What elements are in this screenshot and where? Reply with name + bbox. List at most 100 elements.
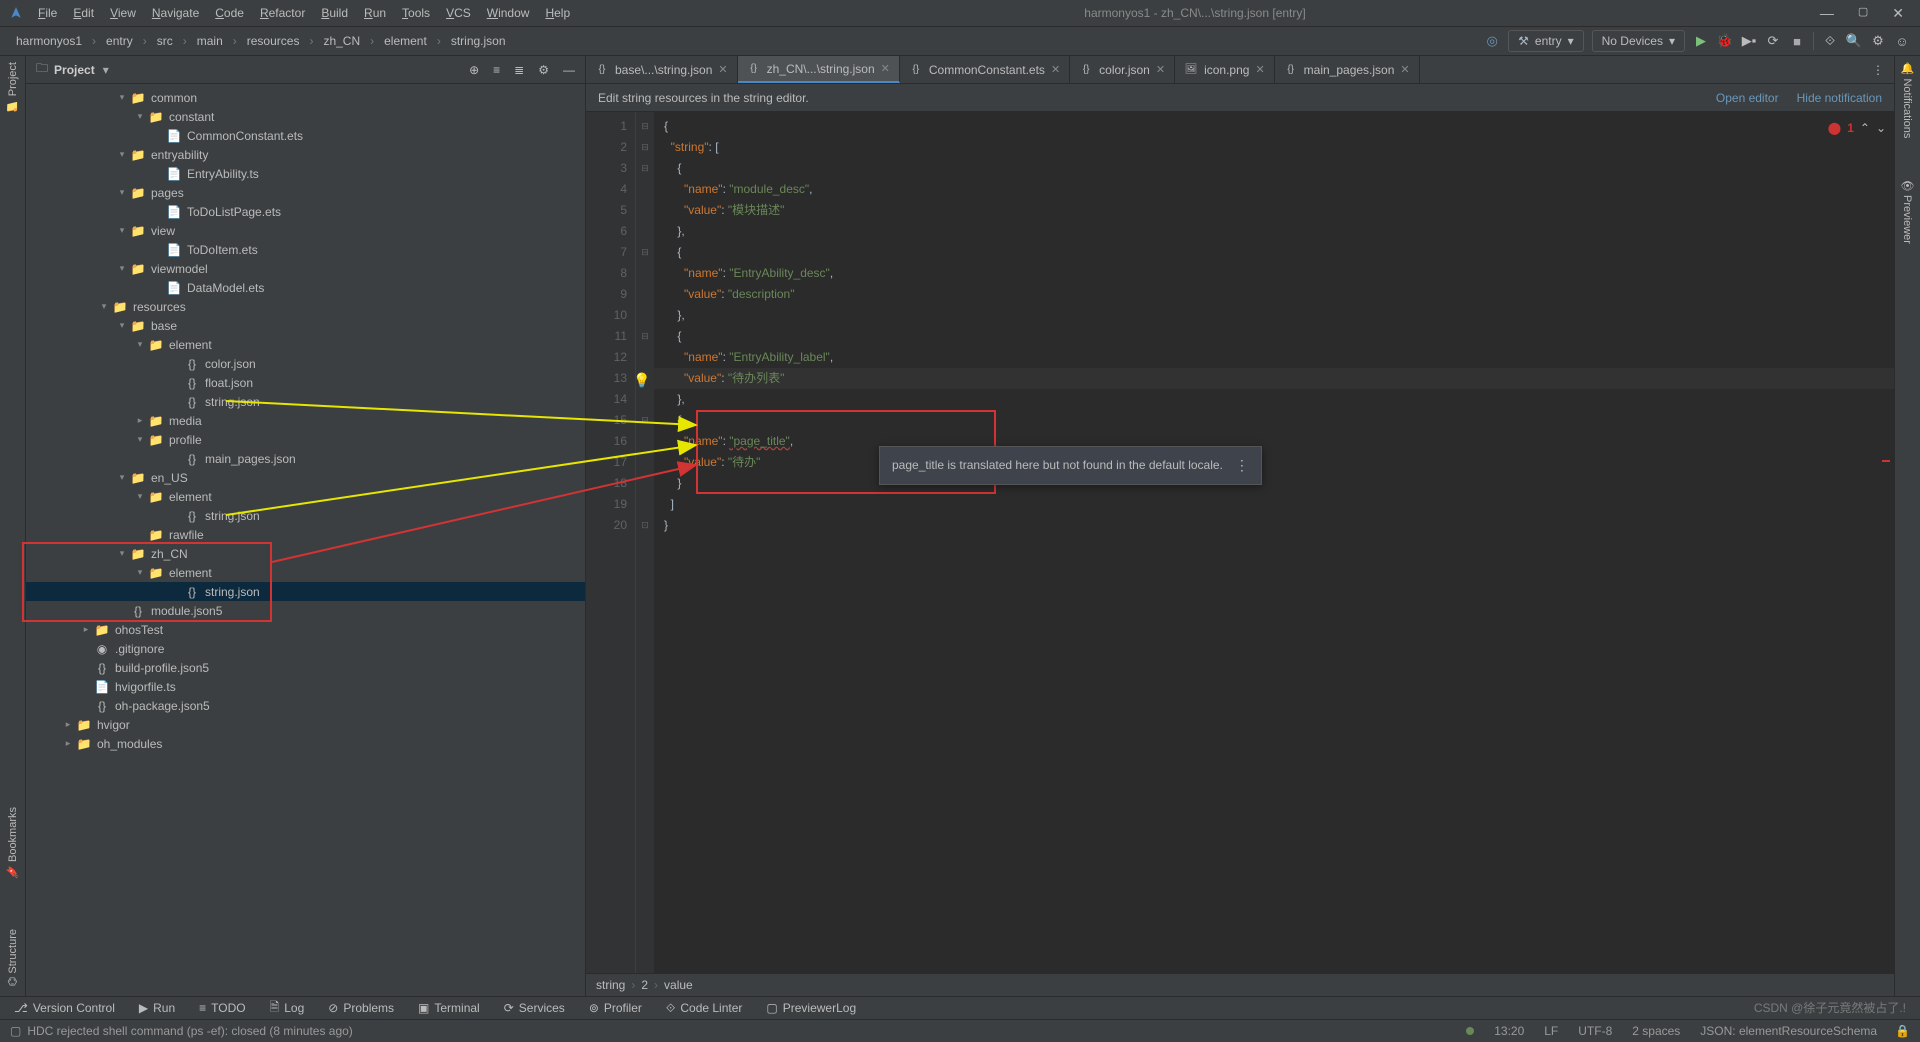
vcs-update-icon[interactable]: ⟐ (1822, 33, 1838, 49)
collapse-all-icon[interactable]: ≣ (514, 63, 524, 77)
code-line[interactable]: { (654, 242, 1894, 263)
code-line[interactable]: } (654, 473, 1894, 494)
expand-toggle-icon[interactable]: ▸ (134, 415, 146, 426)
editor-tab[interactable]: {}CommonConstant.ets✕ (900, 56, 1070, 83)
breadcrumb-item[interactable]: harmonyos1 (10, 32, 88, 50)
indexing-status-icon[interactable] (1466, 1027, 1474, 1035)
expand-toggle-icon[interactable]: ▸ (62, 719, 74, 730)
project-tool-button[interactable]: 📁 Project (6, 62, 19, 113)
hide-notification-link[interactable]: Hide notification (1797, 91, 1882, 105)
tree-row[interactable]: {}string.json (26, 392, 585, 411)
menu-navigate[interactable]: Navigate (152, 6, 199, 20)
code-line[interactable]: "value": "待办" (654, 452, 1894, 473)
expand-toggle-icon[interactable]: ▾ (116, 149, 128, 160)
project-tree[interactable]: ▾📁common▾📁constant📄CommonConstant.ets▾📁e… (26, 84, 585, 996)
close-tab-icon[interactable]: ✕ (718, 63, 727, 76)
json-crumb-item[interactable]: string (596, 978, 625, 992)
tree-row[interactable]: {}build-profile.json5 (26, 658, 585, 677)
close-tab-icon[interactable]: ✕ (1255, 63, 1264, 76)
code-line[interactable]: { (654, 326, 1894, 347)
tool-window-button[interactable]: ⊚Profiler (589, 1001, 642, 1015)
code-line[interactable]: "value": "模块描述" (654, 200, 1894, 221)
tooltip-more-icon[interactable]: ⋮ (1235, 455, 1249, 476)
json-crumb-item[interactable]: value (664, 978, 693, 992)
editor-tab[interactable]: {}color.json✕ (1070, 56, 1175, 83)
expand-toggle-icon[interactable]: ▾ (116, 225, 128, 236)
json-crumb-item[interactable]: 2 (641, 978, 648, 992)
tree-row[interactable]: {}color.json (26, 354, 585, 373)
expand-toggle-icon[interactable]: ▸ (80, 624, 92, 635)
tree-row[interactable]: ▸📁oh_modules (26, 734, 585, 753)
menu-view[interactable]: View (110, 6, 136, 20)
line-separator[interactable]: LF (1544, 1024, 1558, 1038)
expand-toggle-icon[interactable]: ▾ (134, 434, 146, 445)
editor-inspection-status[interactable]: ⬤ 1 ⌃ ⌄ (1828, 118, 1886, 139)
tree-row[interactable]: ▾📁element (26, 335, 585, 354)
tool-window-button[interactable]: ▢PreviewerLog (766, 1001, 856, 1015)
tree-row[interactable]: ▾📁element (26, 487, 585, 506)
run-button[interactable]: ▶ (1693, 33, 1709, 49)
code-line[interactable]: }, (654, 389, 1894, 410)
tool-window-button[interactable]: ⟳Services (504, 1001, 565, 1015)
code-line[interactable]: "value": "description" (654, 284, 1894, 305)
tree-row[interactable]: ▾📁zh_CN (26, 544, 585, 563)
tree-row[interactable]: ▾📁resources (26, 297, 585, 316)
file-encoding[interactable]: UTF-8 (1578, 1024, 1612, 1038)
run-config-combo[interactable]: ⚒ entry ▾ (1508, 30, 1583, 52)
json-schema[interactable]: JSON: elementResourceSchema (1700, 1024, 1877, 1038)
expand-toggle-icon[interactable]: ▾ (98, 301, 110, 312)
indent-info[interactable]: 2 spaces (1632, 1024, 1680, 1038)
code-editor[interactable]: 1234567891011121314151617181920 ⊟⊟⊟ ⊟ ⊟ … (586, 112, 1894, 973)
tree-row[interactable]: {}string.json (26, 582, 585, 601)
expand-toggle-icon[interactable]: ▾ (116, 187, 128, 198)
menu-edit[interactable]: Edit (73, 6, 94, 20)
tree-row[interactable]: ▾📁common (26, 88, 585, 107)
tool-window-button[interactable]: ▶Run (139, 1001, 175, 1015)
close-tab-icon[interactable]: ✕ (1400, 63, 1409, 76)
select-opened-file-icon[interactable]: ⊕ (469, 63, 479, 77)
breadcrumb-item[interactable]: string.json (445, 32, 512, 50)
error-stripe-marker[interactable] (1882, 460, 1890, 462)
tool-window-button[interactable]: ⎇Version Control (14, 1001, 115, 1015)
menu-file[interactable]: File (38, 6, 57, 20)
panel-settings-icon[interactable]: ⚙ (538, 63, 549, 77)
code-line[interactable]: "name": "module_desc", (654, 179, 1894, 200)
menu-help[interactable]: Help (545, 6, 570, 20)
next-highlight-icon[interactable]: ⌄ (1876, 118, 1886, 139)
tree-row[interactable]: 📄DataModel.ets (26, 278, 585, 297)
fold-gutter[interactable]: ⊟⊟⊟ ⊟ ⊟ ⊟ ⊡ (636, 112, 654, 973)
close-button[interactable]: ✕ (1892, 5, 1904, 22)
tree-row[interactable]: ▾📁en_US (26, 468, 585, 487)
tool-window-button[interactable]: ⟐Code Linter (666, 1001, 743, 1016)
search-everywhere-icon[interactable]: 🔍 (1846, 33, 1862, 49)
tree-row[interactable]: ▾📁base (26, 316, 585, 335)
breadcrumb-item[interactable]: src (151, 32, 179, 50)
expand-toggle-icon[interactable]: ▾ (116, 263, 128, 274)
menu-refactor[interactable]: Refactor (260, 6, 305, 20)
tool-window-button[interactable]: ▣Terminal (418, 1001, 480, 1015)
code-line[interactable]: "name": "EntryAbility_label", (654, 347, 1894, 368)
settings-icon[interactable]: ⚙ (1870, 33, 1886, 49)
expand-toggle-icon[interactable]: ▾ (116, 320, 128, 331)
tree-row[interactable]: {}string.json (26, 506, 585, 525)
breadcrumb-item[interactable]: main (191, 32, 229, 50)
tree-row[interactable]: 📄ToDoListPage.ets (26, 202, 585, 221)
expand-toggle-icon[interactable]: ▾ (134, 567, 146, 578)
expand-toggle-icon[interactable]: ▾ (134, 339, 146, 350)
editor-breadcrumb[interactable]: string›2›value (586, 973, 1894, 996)
tree-row[interactable]: {}main_pages.json (26, 449, 585, 468)
close-tab-icon[interactable]: ✕ (881, 62, 890, 75)
code-line[interactable]: ] (654, 494, 1894, 515)
menu-run[interactable]: Run (364, 6, 386, 20)
expand-toggle-icon[interactable]: ▾ (134, 111, 146, 122)
breadcrumb-item[interactable]: resources (241, 32, 306, 50)
editor-tab[interactable]: {}zh_CN\...\string.json✕ (738, 56, 900, 83)
maximize-button[interactable]: ▢ (1858, 5, 1868, 22)
close-tab-icon[interactable]: ✕ (1051, 63, 1060, 76)
expand-all-icon[interactable]: ≡ (493, 63, 500, 77)
menu-window[interactable]: Window (487, 6, 530, 20)
code-line[interactable]: "name": "page_title", (654, 431, 1894, 452)
tree-row[interactable]: ▾📁element (26, 563, 585, 582)
tool-window-button[interactable]: 🗎Log (270, 998, 305, 1019)
tree-row[interactable]: ▾📁viewmodel (26, 259, 585, 278)
